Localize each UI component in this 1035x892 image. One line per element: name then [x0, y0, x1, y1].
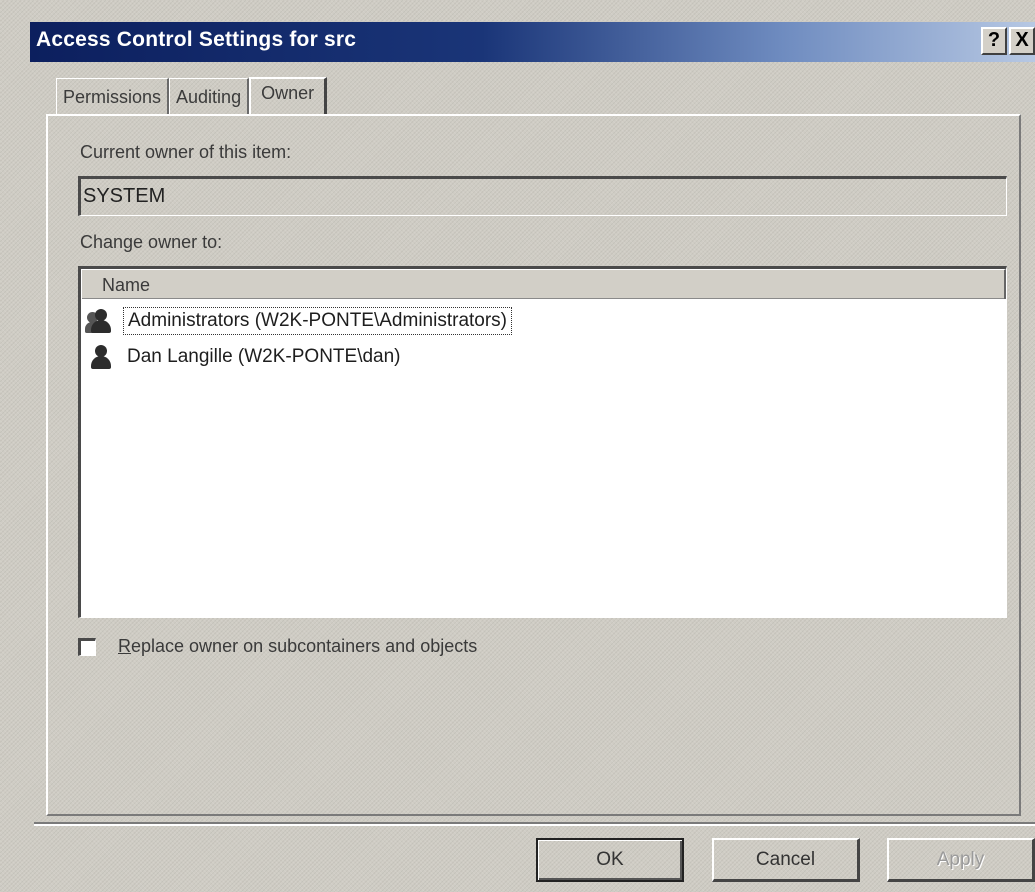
user-icon	[87, 343, 117, 371]
close-button[interactable]: X	[1009, 27, 1035, 55]
title-bar[interactable]: Access Control Settings for src ? X	[30, 22, 1035, 62]
bottom-separator	[34, 822, 1035, 826]
help-button[interactable]: ?	[981, 27, 1007, 55]
replace-owner-label: Replace owner on subcontainers and objec…	[118, 636, 478, 656]
column-header-name[interactable]: Name	[81, 269, 1006, 299]
change-owner-label: Change owner to:	[80, 232, 223, 252]
list-item-label: Dan Langille (W2K-PONTE\dan)	[127, 346, 401, 367]
replace-owner-checkbox[interactable]	[78, 637, 96, 656]
current-owner-label: Current owner of this item:	[80, 142, 292, 162]
list-item-administrators[interactable]: Administrators (W2K-PONTE\Administrators…	[81, 303, 1006, 339]
list-rows: Administrators (W2K-PONTE\Administrators…	[81, 303, 1006, 375]
tab-auditing[interactable]: Auditing	[169, 78, 250, 114]
access-control-dialog: Access Control Settings for src ? X Perm…	[0, 0, 1035, 892]
replace-owner-option[interactable]: Replace owner on subcontainers and objec…	[78, 636, 477, 657]
owner-tab-panel: Current owner of this item: SYSTEM Chang…	[46, 114, 1021, 816]
tab-permissions[interactable]: Permissions	[56, 78, 170, 114]
list-header: Name	[81, 269, 1006, 299]
current-owner-field: SYSTEM	[78, 176, 1007, 216]
title-buttons: ? X	[979, 27, 1035, 55]
cancel-button[interactable]: Cancel	[712, 838, 860, 882]
window-title: Access Control Settings for src	[36, 28, 357, 51]
list-item-dan-langille[interactable]: Dan Langille (W2K-PONTE\dan)	[81, 339, 1006, 375]
group-icon	[85, 307, 117, 335]
owner-list[interactable]: Name Administrators (W2K-PONTE\Administr…	[78, 266, 1007, 618]
list-item-label: Administrators (W2K-PONTE\Administrators…	[123, 307, 513, 335]
tab-owner[interactable]: Owner	[249, 77, 328, 114]
ok-button[interactable]: OK	[536, 838, 684, 882]
apply-button[interactable]: Apply	[887, 838, 1035, 882]
tab-strip: Permissions Auditing Owner	[56, 77, 328, 114]
